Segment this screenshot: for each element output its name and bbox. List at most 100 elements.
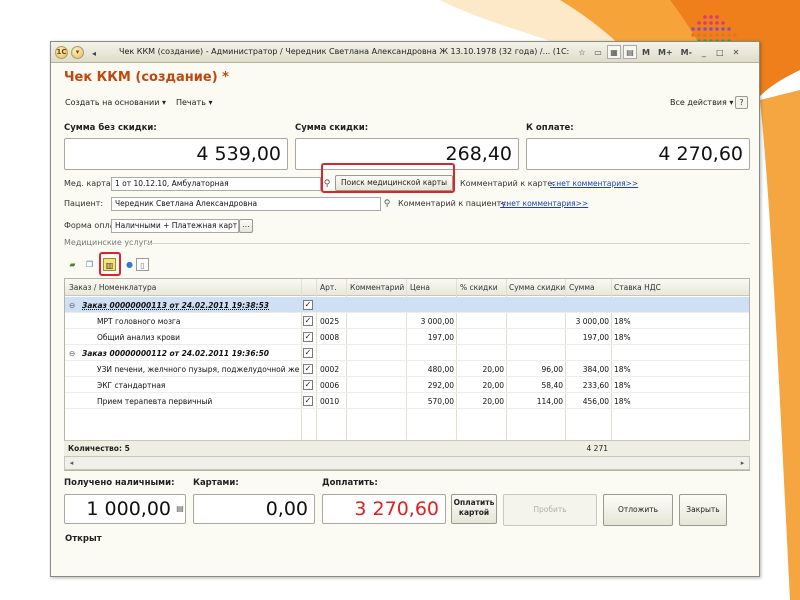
card-comment-label: Комментарий к карте: [460,179,555,188]
table-row[interactable]: ⊖ Заказ 00000000113 от 24.02.2011 19:38:… [65,297,749,313]
col-discount-pct[interactable]: % скидки [460,283,498,292]
row-checkbox[interactable]: ✓ [303,332,313,342]
service-sum: 456,00 [582,397,609,406]
row-checkbox[interactable]: ✓ [303,316,313,326]
group-divider [146,243,750,244]
order-name: Заказ 00000000112 от 24.02.2011 19:36:50 [82,349,270,358]
service-art: 0025 [320,317,340,326]
memory-minus-button[interactable]: M- [678,45,695,59]
card-comment-link[interactable]: <нет комментария>> [550,179,638,188]
table-row[interactable]: Общий анализ крови ✓ 0008 197,00 197,00 … [65,329,749,345]
favorites-star-icon[interactable]: ☆ [575,45,589,59]
service-vat: 18% [614,397,631,406]
service-name: Общий анализ крови [97,333,181,342]
patient-search-icon[interactable]: ⚲ [381,197,393,211]
scroll-right-icon[interactable]: ▸ [737,458,748,468]
row-checkbox[interactable]: ✓ [303,380,313,390]
col-art[interactable]: Арт. [320,283,337,292]
window-title: Чек ККМ (создание) - Администратор / Чер… [119,47,569,56]
table-row[interactable]: ЭКГ стандартная ✓ 0006 292,00 20,00 58,4… [65,377,749,393]
status-text: Открыт [65,534,102,544]
defer-button[interactable]: Отложить [603,494,673,526]
document-icon[interactable]: ▯ [136,258,149,271]
calculator-small-icon[interactable]: ▤ [174,502,186,516]
history-icon[interactable]: ▭ [591,45,605,59]
logo-dots [691,15,737,43]
payment-form-select-button[interactable]: ... [239,219,253,233]
horizontal-scrollbar[interactable]: ◂ ▸ [64,456,750,470]
patient-label: Пациент: [64,199,104,208]
app-menu-icon[interactable]: ▾ [71,46,84,59]
extra-pay-field: 3 270,60 [322,494,446,524]
create-based-on-menu[interactable]: Создать на основании ▾ [65,98,166,107]
print-menu[interactable]: Печать ▾ [176,98,213,107]
table-row[interactable]: ⊖ Заказ 00000000112 от 24.02.2011 19:36:… [65,345,749,361]
minimize-icon[interactable]: _ [697,45,711,59]
punch-button[interactable]: Пробить [503,494,597,526]
table-row[interactable]: Прием терапевта первичный ✓ 0010 570,00 … [65,393,749,409]
col-vat[interactable]: Ставка НДС [614,283,661,292]
col-discount-sum[interactable]: Сумма скидки [509,283,565,292]
memory-plus-button[interactable]: M+ [655,45,676,59]
calendar-icon[interactable]: ▤ [623,45,637,59]
service-price: 480,00 [427,365,454,374]
calculator-icon[interactable]: ▦ [607,45,621,59]
service-art: 0006 [320,381,340,390]
service-sum: 384,00 [582,365,609,374]
service-price: 570,00 [427,397,454,406]
service-discount-sum: 58,40 [541,381,563,390]
row-checkbox[interactable]: ✓ [303,364,313,374]
service-vat: 18% [614,317,631,326]
med-card-label: Мед. карта: [64,179,114,188]
service-price: 292,00 [427,381,454,390]
copy-row-icon[interactable]: ❐ [83,258,96,271]
table-footer: Количество: 5 4 271 [64,440,750,456]
close-icon[interactable]: ✕ [729,45,743,59]
payment-form-input[interactable]: Наличными + Платежная карт. [111,219,239,233]
sum-no-discount-field: 4 539,00 [64,138,288,170]
memory-m-button[interactable]: M [639,45,653,59]
service-discount-sum: 114,00 [536,397,563,406]
cash-received-field[interactable]: 1 000,00 [64,494,186,524]
cards-field: 0,00 [193,494,315,524]
service-discount-pct: 20,00 [482,397,504,406]
col-order[interactable]: Заказ / Номенклатура [69,283,156,292]
maximize-icon[interactable]: □ [713,45,727,59]
row-checkbox[interactable]: ✓ [303,348,313,358]
collapse-icon[interactable]: ⊖ [69,301,75,310]
service-name: Прием терапевта первичный [97,397,213,406]
service-discount-pct: 20,00 [482,365,504,374]
med-card-input[interactable]: 1 от 10.12.10, Амбулаторная [111,177,321,191]
app-window: 1С ▾ ◂ Чек ККМ (создание) - Администрато… [50,41,760,577]
close-button[interactable]: Закрыть [679,494,727,526]
all-actions-menu[interactable]: Все действия ▾ [670,98,733,107]
footer-count: Количество: 5 [68,444,130,453]
page-title: Чек ККМ (создание) * [64,70,229,85]
pay-by-card-button[interactable]: Оплатить картой [451,494,497,524]
scroll-left-icon[interactable]: ◂ [66,458,77,468]
move-icon[interactable]: ● [123,258,136,271]
discount-sum-label: Сумма скидки: [295,123,369,133]
highlight-frame [321,163,455,193]
col-price[interactable]: Цена [410,283,430,292]
patient-input[interactable]: Чередник Светлана Александровна [111,197,381,211]
row-checkbox[interactable]: ✓ [303,396,313,406]
table-row[interactable]: МРТ головного мозга ✓ 0025 3 000,00 3 00… [65,313,749,329]
table-row[interactable]: УЗИ печени, желчного пузыря, поджелудочн… [65,361,749,377]
service-sum: 197,00 [582,333,609,342]
col-comment[interactable]: Комментарий [350,283,404,292]
table-header: Заказ / Номенклатура Арт. Комментарий Це… [65,279,749,296]
back-icon[interactable]: ◂ [87,46,101,60]
col-sum[interactable]: Сумма [569,283,595,292]
row-checkbox[interactable]: ✓ [303,300,313,310]
patient-comment-link[interactable]: <нет комментария>> [500,199,588,208]
service-discount-sum: 96,00 [541,365,563,374]
add-row-icon[interactable]: ▰ [66,258,79,271]
service-discount-pct: 20,00 [482,381,504,390]
collapse-icon[interactable]: ⊖ [69,349,75,358]
services-group-label: Медицинские услуги [64,238,153,247]
app-logo-icon[interactable]: 1С [55,46,68,59]
help-icon[interactable]: ? [735,96,748,109]
service-vat: 18% [614,365,631,374]
to-pay-label: К оплате: [526,123,574,133]
